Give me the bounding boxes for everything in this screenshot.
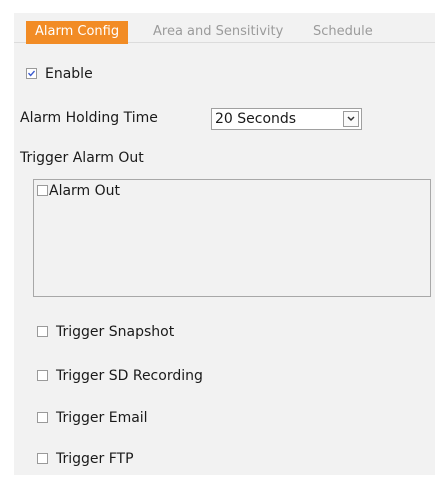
enable-label: Enable (45, 66, 93, 82)
trigger-sd-recording-label: Trigger SD Recording (56, 368, 203, 384)
chevron-down-icon (347, 116, 355, 122)
trigger-email-checkbox[interactable] (37, 412, 48, 423)
enable-checkbox[interactable] (26, 68, 37, 79)
alarm-holding-time-label: Alarm Holding Time (20, 110, 158, 126)
alarm-config-panel: Alarm Config Area and Sensitivity Schedu… (14, 13, 435, 475)
tab-bar: Alarm Config Area and Sensitivity Schedu… (14, 13, 435, 44)
trigger-snapshot-checkbox[interactable] (37, 326, 48, 337)
trigger-ftp-checkbox[interactable] (37, 453, 48, 464)
trigger-alarm-out-label: Trigger Alarm Out (20, 150, 144, 166)
trigger-ftp-label: Trigger FTP (56, 451, 134, 467)
tab-schedule[interactable]: Schedule (313, 21, 373, 43)
alarm-holding-time-value: 20 Seconds (215, 111, 297, 127)
alarm-out-checkbox[interactable] (37, 185, 48, 196)
trigger-sd-recording-checkbox[interactable] (37, 370, 48, 381)
dropdown-arrow-button[interactable] (343, 111, 359, 127)
tab-area-and-sensitivity[interactable]: Area and Sensitivity (153, 21, 283, 43)
trigger-email-label: Trigger Email (56, 410, 148, 426)
trigger-snapshot-label: Trigger Snapshot (56, 324, 175, 340)
alarm-out-label: Alarm Out (49, 183, 121, 199)
tab-alarm-config[interactable]: Alarm Config (26, 21, 129, 44)
alarm-holding-time-select[interactable]: 20 Seconds (211, 108, 362, 130)
alarm-out-list: Alarm Out (33, 179, 431, 297)
